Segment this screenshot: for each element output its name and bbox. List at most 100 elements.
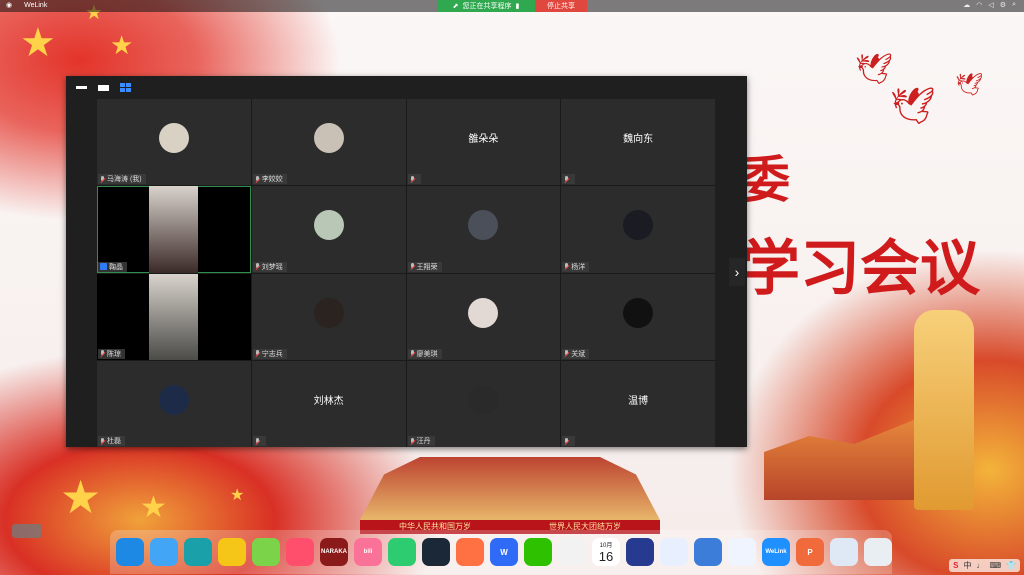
keyboard-icon[interactable]: ⌨	[989, 561, 1001, 570]
participant-label	[252, 436, 266, 446]
participant-avatar	[158, 123, 189, 154]
layout-speaker-icon[interactable]	[75, 83, 87, 93]
volume-icon[interactable]: ◁	[988, 1, 993, 9]
participant-tile[interactable]: 宁志兵	[251, 273, 406, 360]
music-app-icon[interactable]	[252, 538, 280, 566]
star-decoration: ★	[110, 30, 134, 60]
naraka-game-icon[interactable]: NARAKA	[320, 538, 348, 566]
cube-app-icon[interactable]	[694, 538, 722, 566]
dock: NARAKA bili W 10月 16 WeLink P	[110, 530, 892, 574]
mic-muted-icon	[564, 350, 569, 357]
participant-center-name: 雒朵朵	[468, 134, 499, 146]
steam-icon[interactable]	[422, 538, 450, 566]
layout-grid-icon[interactable]	[119, 82, 131, 93]
participant-tile[interactable]: 陈琼	[97, 273, 251, 360]
participant-tile[interactable]: 魏向东	[561, 99, 715, 186]
dock-icon-label: W	[500, 547, 508, 557]
participant-tile[interactable]: 杜磊	[97, 360, 251, 447]
participant-label: 宁志兵	[252, 348, 287, 359]
star-decoration: ★	[230, 487, 245, 504]
layout-strip-icon[interactable]	[97, 83, 109, 93]
participant-avatar	[313, 123, 344, 154]
search-icon[interactable]: ⌕	[1012, 1, 1016, 9]
participant-tile[interactable]: 刘林杰	[251, 360, 406, 447]
settings-icon[interactable]: ⚙	[1000, 1, 1006, 9]
star-decoration: ★	[20, 21, 56, 65]
sogou-icon[interactable]: S	[953, 561, 958, 570]
dove-decoration: 🕊	[855, 53, 894, 86]
qq-icon[interactable]	[558, 538, 586, 566]
bilibili-icon[interactable]: bili	[354, 538, 382, 566]
welink-icon[interactable]: WeLink	[762, 538, 790, 566]
participant-center-name: 魏向东	[623, 134, 654, 146]
participant-tile[interactable]: 雒朵朵	[406, 99, 561, 186]
window-icon[interactable]	[830, 538, 858, 566]
tiananmen-gate-image	[360, 457, 660, 520]
participant-label: 鞠晶	[98, 261, 127, 272]
participant-tile[interactable]: 鞠晶	[97, 186, 251, 273]
participant-name: 杨洋	[571, 263, 586, 271]
recycle-icon[interactable]	[660, 538, 688, 566]
participant-tile[interactable]: 刘梦瑶	[251, 186, 406, 273]
colorful-app-icon[interactable]	[456, 538, 484, 566]
desktop-icon[interactable]	[116, 538, 144, 566]
stop-share-button[interactable]: 停止共享	[535, 0, 587, 12]
participant-name: 廖美琪	[416, 350, 438, 358]
trash-icon[interactable]	[864, 538, 892, 566]
signal-icon: ▮	[515, 3, 520, 10]
app-name: WeLink	[24, 1, 48, 9]
mic-tray-icon[interactable]: ♩	[976, 561, 984, 570]
edge-browser-icon[interactable]	[184, 538, 212, 566]
next-page-button[interactable]: ›	[729, 258, 745, 286]
mic-muted-icon	[564, 263, 569, 270]
participant-name: 关斌	[571, 350, 586, 358]
mic-muted-icon	[100, 175, 105, 183]
folder-icon[interactable]	[150, 538, 178, 566]
wechat-icon[interactable]	[524, 538, 552, 566]
mic-muted-icon	[100, 437, 105, 445]
participant-tile[interactable]: 王翔荣	[406, 186, 561, 273]
participant-video	[149, 186, 198, 273]
participant-tile[interactable]: 关斌	[561, 273, 715, 360]
participant-tile[interactable]: 马海涛 (我)	[97, 99, 251, 186]
mic-muted-icon	[410, 175, 415, 183]
mic-muted-icon	[564, 437, 569, 445]
star-decoration: ★	[60, 471, 102, 523]
participant-tile[interactable]: 温博	[561, 360, 715, 447]
share-status-text: 您正在共享程序	[462, 3, 512, 10]
gallery-app-icon[interactable]	[728, 538, 756, 566]
chat-bubble-icon[interactable]	[12, 524, 42, 538]
participant-label: 李姣姣	[252, 174, 287, 185]
dock-icon-label: WeLink	[765, 549, 787, 555]
left-gutter	[66, 99, 97, 447]
share-status: ⬈ 您正在共享程序 ▮	[437, 0, 535, 12]
dock-icon-label: bili	[363, 549, 373, 555]
participant-label	[407, 174, 421, 185]
dock-icon-label: P	[807, 547, 813, 557]
participant-tile[interactable]: 杨洋	[561, 186, 715, 273]
participant-tile[interactable]: 李姣姣	[251, 99, 406, 186]
wps-icon[interactable]: W	[490, 538, 518, 566]
cloud-icon[interactable]: ☁	[963, 1, 970, 9]
system-tray: S 中 ♩ ⌨ 👕	[949, 559, 1020, 572]
app-indicator: ◉ WeLink	[6, 1, 48, 10]
participant-name: 汪丹	[416, 438, 431, 445]
participant-label	[562, 436, 576, 446]
rocket-icon[interactable]	[626, 538, 654, 566]
search-app-icon[interactable]	[218, 538, 246, 566]
video-app-icon[interactable]	[286, 538, 314, 566]
participant-avatar	[158, 384, 189, 415]
participant-label: 杜磊	[98, 436, 125, 446]
shirt-icon[interactable]: 👕	[1006, 561, 1016, 570]
player-icon[interactable]	[388, 538, 416, 566]
p-app-icon[interactable]: P	[796, 538, 824, 566]
mic-muted-icon	[255, 175, 260, 183]
participant-tile[interactable]: 汪丹	[406, 360, 561, 447]
wifi-icon[interactable]: ◠	[976, 1, 982, 9]
meeting-window: 马海涛 (我) 李姣姣 雒朵朵 魏向东鞠晶 刘梦瑶 王翔荣 杨洋陈琼 宁志兵 廖美琪 关斌杜磊 刘林…	[66, 76, 747, 447]
participant-center-name: 温博	[628, 395, 649, 407]
participant-tile[interactable]: 廖美琪	[406, 273, 561, 360]
ime-indicator[interactable]: 中	[963, 560, 971, 571]
calendar-icon[interactable]: 10月 16	[592, 538, 620, 566]
participant-avatar	[468, 210, 499, 241]
